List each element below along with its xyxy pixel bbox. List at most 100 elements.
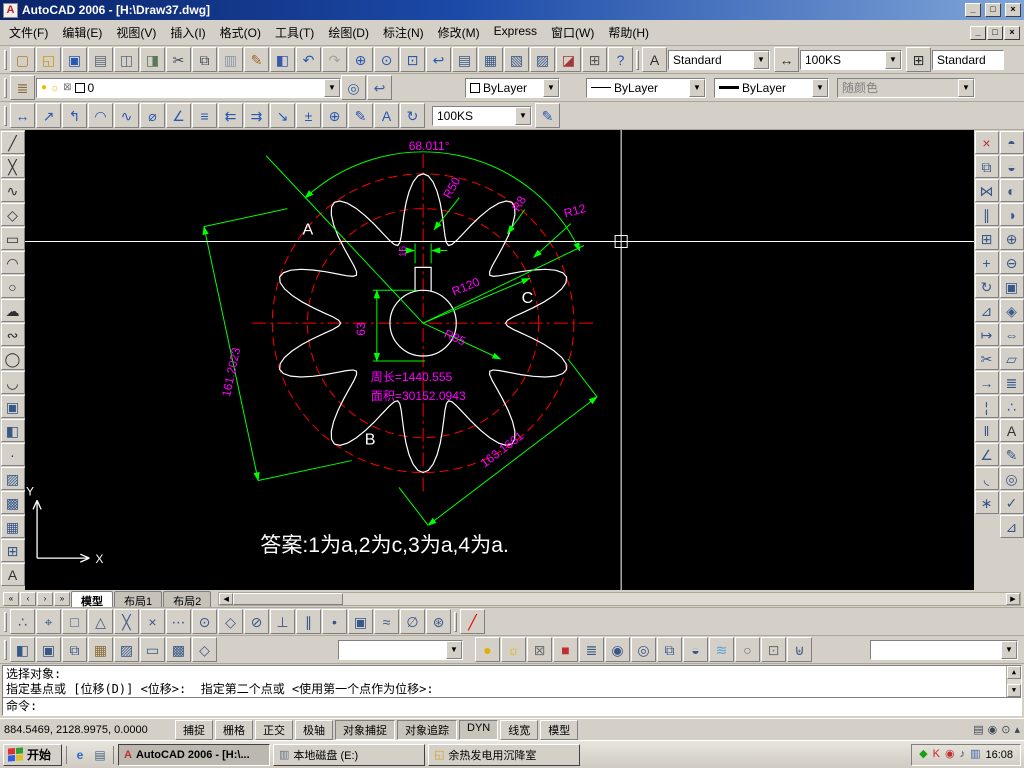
image-attach-icon[interactable]: ▦ [88, 637, 113, 662]
xref-attach-icon[interactable]: ⧉ [62, 637, 87, 662]
revcloud-icon[interactable]: ☁ [0, 299, 25, 322]
command-box[interactable]: 选择对象: 指定基点或 [位移(D)] <位移>: 指定第二个点或 <使用第一个… [2, 665, 1022, 716]
save-icon[interactable]: ▣ [62, 47, 87, 72]
rotate-icon[interactable]: ↻ [974, 275, 999, 298]
status-tray-arrow-icon[interactable]: ▴ [1014, 723, 1020, 736]
snap-extension-icon[interactable]: ⋯ [166, 609, 191, 634]
scroll-left-icon[interactable]: ◀ [219, 592, 234, 605]
snap-apparent-intersection-icon[interactable]: × [140, 609, 165, 634]
doc-minimize-button[interactable]: _ [970, 25, 986, 40]
layer-match-icon[interactable]: ≣ [579, 637, 604, 662]
dim-ordinate-icon[interactable]: ↰ [62, 103, 87, 128]
toolbar-grip[interactable] [636, 49, 639, 70]
chevron-down-icon[interactable]: ▼ [515, 106, 531, 125]
erase-icon[interactable]: × [974, 131, 999, 154]
pan-icon[interactable]: ⊕ [348, 47, 373, 72]
horizontal-scrollbar[interactable]: ◀ ▶ [218, 591, 1021, 606]
make-block-2-icon[interactable]: ◧ [10, 637, 35, 662]
trim-icon[interactable]: ✂ [974, 347, 999, 370]
layer-color-icon[interactable]: ■ [553, 637, 578, 662]
status-grid[interactable]: 栅格 [215, 719, 253, 740]
scrollbar-thumb[interactable] [233, 592, 344, 605]
ellipse-icon[interactable]: ◯ [0, 347, 25, 370]
chevron-down-icon[interactable]: ▼ [324, 78, 340, 97]
menu-file[interactable]: 文件(F) [2, 20, 55, 45]
layer-lock-icon[interactable]: ⊠ [63, 82, 71, 93]
coordinate-readout[interactable]: 884.5469, 2128.9975, 0.0000 [4, 724, 172, 736]
quickcalc-icon[interactable]: ⊞ [582, 47, 607, 72]
dim-style-control-combo[interactable]: 100KS ▼ [432, 105, 532, 126]
snap-parallel-icon[interactable]: ∥ [296, 609, 321, 634]
table-icon[interactable]: ⊞ [0, 539, 25, 562]
zoom-all-icon[interactable]: ▣ [999, 275, 1024, 298]
snap-intersection-icon[interactable]: ╳ [114, 609, 139, 634]
plot-notify-icon[interactable]: ▤ [973, 723, 983, 736]
table-style-combo[interactable]: Standard [932, 49, 1004, 70]
start-button[interactable]: 开始 [3, 743, 63, 766]
layer-walk-icon[interactable]: ◒ [683, 637, 708, 662]
dim-diameter-icon[interactable]: ⌀ [140, 103, 165, 128]
scroll-right-icon[interactable]: ▶ [1006, 592, 1020, 605]
zoom-out-icon[interactable]: ⊖ [999, 251, 1024, 274]
close-button[interactable]: × [1005, 3, 1021, 17]
minimize-button[interactable]: _ [965, 3, 981, 17]
break-point-icon[interactable]: ¦ [974, 395, 999, 418]
locate-point-icon[interactable]: ∴ [999, 395, 1024, 418]
dim-continue-icon[interactable]: ⇉ [244, 103, 269, 128]
markup-manager-icon[interactable]: ◪ [556, 47, 581, 72]
find-icon[interactable]: ◎ [999, 467, 1024, 490]
spell-icon[interactable]: ✓ [999, 491, 1024, 514]
status-ortho[interactable]: 正交 [255, 719, 293, 740]
temp-track-icon[interactable]: ∴ [10, 609, 35, 634]
array-icon[interactable]: ⊞ [974, 227, 999, 250]
list-icon[interactable]: ≣ [999, 371, 1024, 394]
region-2-icon[interactable]: ▩ [166, 637, 191, 662]
publish-icon[interactable]: ◨ [140, 47, 165, 72]
cut-icon[interactable]: ✂ [166, 47, 191, 72]
center-mark-icon[interactable]: ⊕ [322, 103, 347, 128]
status-dyn[interactable]: DYN [459, 719, 499, 740]
chevron-down-icon[interactable]: ▼ [446, 640, 462, 659]
toolbar-grip[interactable] [4, 639, 7, 660]
quick-dim-icon[interactable]: ≡ [192, 103, 217, 128]
doc-restore-button[interactable]: □ [987, 25, 1003, 40]
dim-radius-icon[interactable]: ◠ [88, 103, 113, 128]
dim-jogged-icon[interactable]: ∿ [114, 103, 139, 128]
drawing-canvas[interactable]: 68.011° R50 R8 R12 R120 R85 161.2023 163… [25, 130, 974, 590]
quick-leader-icon[interactable]: ↘ [270, 103, 295, 128]
task-folder[interactable]: ◱ 余热发电用沉降室 [428, 743, 581, 766]
match-properties-icon[interactable]: ✎ [244, 47, 269, 72]
tabs-next-button[interactable]: › [37, 591, 53, 606]
edit-text-icon[interactable]: ✎ [999, 443, 1024, 466]
extend-icon[interactable]: → [974, 371, 999, 394]
snap-insert-icon[interactable]: ▣ [348, 609, 373, 634]
menu-dimension[interactable]: 标注(N) [376, 20, 431, 45]
snap-endpoint-icon[interactable]: □ [62, 609, 87, 634]
toolbar-grip[interactable] [4, 49, 7, 70]
construction-line-icon[interactable]: ╳ [0, 155, 25, 178]
lock-object-layer-icon[interactable]: ⊡ [761, 637, 786, 662]
layer-lock-icon[interactable]: ⊠ [527, 637, 552, 662]
text-style-combo[interactable]: Standard ▼ [668, 49, 770, 70]
draworder-back-icon[interactable]: ◒ [999, 155, 1024, 178]
task-local-disk-e[interactable]: ▥ 本地磁盘 (E:) [273, 743, 426, 766]
zoom-realtime-icon[interactable]: ⊙ [374, 47, 399, 72]
point-icon[interactable]: ∙ [0, 443, 25, 466]
show-desktop-icon[interactable]: ▤ [91, 746, 109, 764]
status-lwt[interactable]: 线宽 [500, 719, 539, 740]
k-app-icon[interactable]: K [933, 749, 940, 760]
dim-angular-icon[interactable]: ∠ [166, 103, 191, 128]
properties-icon[interactable]: ▤ [452, 47, 477, 72]
ellipse-arc-icon[interactable]: ◡ [0, 371, 25, 394]
network-icon[interactable]: ▥ [970, 749, 980, 760]
tabs-first-button[interactable]: « [3, 591, 19, 606]
antivirus-shield-icon[interactable]: ◆ [919, 749, 927, 760]
command-prompt[interactable]: 命令: [3, 697, 1021, 715]
zoom-window-icon[interactable]: ⊡ [400, 47, 425, 72]
tabs-prev-button[interactable]: ‹ [20, 591, 36, 606]
layer-properties-manager-icon[interactable]: ≣ [10, 75, 35, 100]
tool-palettes-icon[interactable]: ▧ [504, 47, 529, 72]
osnap-settings-icon[interactable]: ⊛ [426, 609, 451, 634]
toolbar-lock-icon[interactable]: ⊙ [1001, 723, 1010, 736]
table-style-manager-icon[interactable]: ⊞ [906, 47, 931, 72]
